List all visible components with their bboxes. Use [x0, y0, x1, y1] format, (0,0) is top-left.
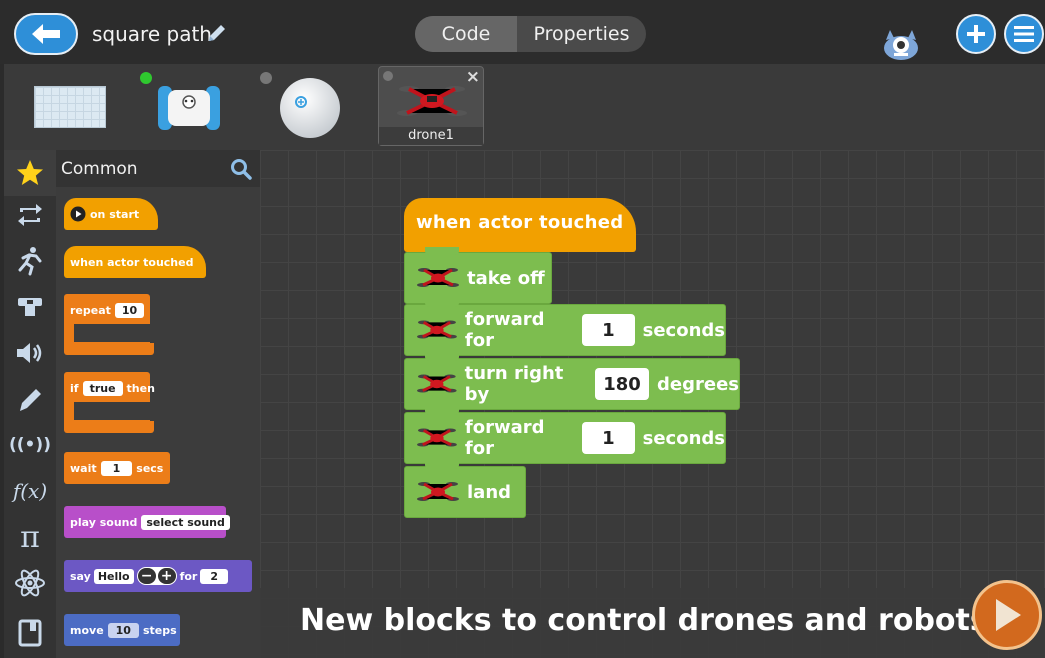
loop-icon — [18, 204, 42, 226]
say-stepper: − + — [136, 567, 177, 585]
function-icon: f(x) — [12, 479, 48, 503]
atom-icon — [15, 569, 45, 597]
sphero-robot-icon[interactable] — [278, 76, 342, 140]
search-icon[interactable] — [230, 158, 252, 180]
block-palette: Common on start when actor touched repea… — [56, 150, 260, 658]
tab-code[interactable]: Code — [415, 16, 517, 52]
drone-icon — [417, 428, 457, 447]
add-button[interactable] — [956, 14, 996, 54]
block-on-start[interactable]: on start — [64, 198, 158, 230]
monster-mascot-icon[interactable] — [880, 26, 922, 62]
pen-icon — [20, 389, 41, 411]
plus-icon — [967, 25, 985, 43]
play-button[interactable] — [972, 580, 1042, 650]
book-icon — [18, 619, 42, 647]
category-motion[interactable] — [4, 238, 56, 284]
drone-icon — [417, 374, 457, 393]
connection-status-dot — [383, 71, 393, 81]
script-block-forward-1[interactable]: forward for 1 seconds — [404, 299, 726, 356]
script-hat-when-actor-touched[interactable]: when actor touched — [404, 198, 636, 252]
plus-icon[interactable]: + — [157, 568, 176, 584]
block-notch — [425, 299, 459, 307]
speaker-icon — [17, 343, 42, 363]
forward-seconds-field[interactable]: 1 — [582, 422, 635, 454]
ollie-robot-icon[interactable] — [154, 80, 224, 136]
wait-seconds-field[interactable]: 1 — [100, 460, 133, 476]
minus-icon[interactable]: − — [137, 568, 156, 584]
palette-title: Common — [61, 159, 138, 179]
say-text-field[interactable]: Hello — [93, 568, 134, 584]
drone-icon — [417, 482, 459, 501]
drone-icon — [417, 268, 459, 287]
hamburger-menu-icon — [1014, 26, 1034, 42]
script-block-turn-right[interactable]: turn right by 180 degrees — [404, 353, 740, 410]
actor-bar: × drone1 — [4, 64, 1045, 150]
repeat-footer — [64, 343, 154, 355]
close-icon[interactable]: × — [466, 67, 480, 87]
repeat-count-field[interactable]: 10 — [114, 302, 145, 318]
block-when-actor-touched[interactable]: when actor touched — [64, 246, 206, 278]
drone-icon — [397, 86, 467, 116]
block-if-header: if true then — [70, 380, 155, 396]
block-notch — [425, 407, 459, 415]
view-tabs: Code Properties — [415, 16, 646, 52]
category-sound[interactable] — [4, 330, 56, 376]
star-icon — [17, 160, 43, 185]
actor-card-drone1[interactable]: × drone1 — [378, 66, 484, 146]
play-circle-icon — [70, 206, 86, 222]
costume-icon — [18, 298, 42, 316]
block-repeat-header: repeat 10 — [64, 294, 154, 326]
top-bar: square path Code Properties — [0, 0, 1045, 64]
script-block-land[interactable]: land — [404, 461, 526, 518]
script-block-take-off[interactable]: take off — [404, 247, 552, 304]
category-looks[interactable] — [4, 284, 56, 330]
connection-status-dot — [140, 72, 152, 84]
sound-select-field[interactable]: select sound — [141, 514, 230, 530]
connection-status-dot — [260, 72, 272, 84]
category-math[interactable]: π — [4, 514, 56, 560]
if-footer — [64, 421, 154, 433]
category-favorites[interactable] — [4, 150, 56, 196]
running-figure-icon — [18, 247, 42, 276]
tab-properties[interactable]: Properties — [517, 16, 646, 52]
palette-header: Common — [56, 150, 260, 187]
category-science[interactable] — [4, 560, 56, 606]
category-control[interactable] — [4, 192, 56, 238]
category-functions[interactable]: f(x) — [4, 468, 56, 514]
project-title[interactable]: square path — [92, 22, 212, 46]
category-pen[interactable] — [4, 376, 56, 422]
drone-icon — [417, 320, 457, 339]
category-library[interactable] — [4, 610, 56, 656]
back-button[interactable] — [14, 13, 78, 55]
block-play-sound[interactable]: play sound select sound — [64, 506, 230, 538]
turn-degrees-field[interactable]: 180 — [595, 368, 650, 400]
forward-seconds-field[interactable]: 1 — [582, 314, 635, 346]
actor-label: drone1 — [379, 127, 483, 145]
play-icon — [996, 599, 1021, 631]
edit-pencil-icon[interactable] — [206, 22, 228, 44]
move-steps-field[interactable]: 10 — [107, 622, 139, 638]
block-move[interactable]: move 10 steps — [64, 614, 180, 646]
block-notch — [425, 247, 459, 255]
if-condition-field[interactable]: true — [82, 380, 123, 396]
block-wait[interactable]: wait 1 secs — [64, 452, 170, 484]
pi-icon: π — [20, 519, 40, 555]
category-broadcast[interactable]: ((•)) — [4, 422, 56, 468]
category-rail: ((•)) f(x) π — [4, 150, 56, 658]
broadcast-icon: ((•)) — [9, 435, 51, 455]
block-notch — [425, 353, 459, 361]
back-arrow-icon — [32, 24, 60, 44]
block-say[interactable]: say Hello − + for 2 — [64, 560, 252, 592]
script-block-forward-2[interactable]: forward for 1 seconds — [404, 407, 726, 464]
stage-icon[interactable] — [34, 86, 106, 128]
block-notch — [425, 461, 459, 469]
menu-button[interactable] — [1004, 14, 1044, 54]
say-duration-field[interactable]: 2 — [200, 568, 229, 584]
caption-text: New blocks to control drones and robots — [300, 603, 988, 638]
